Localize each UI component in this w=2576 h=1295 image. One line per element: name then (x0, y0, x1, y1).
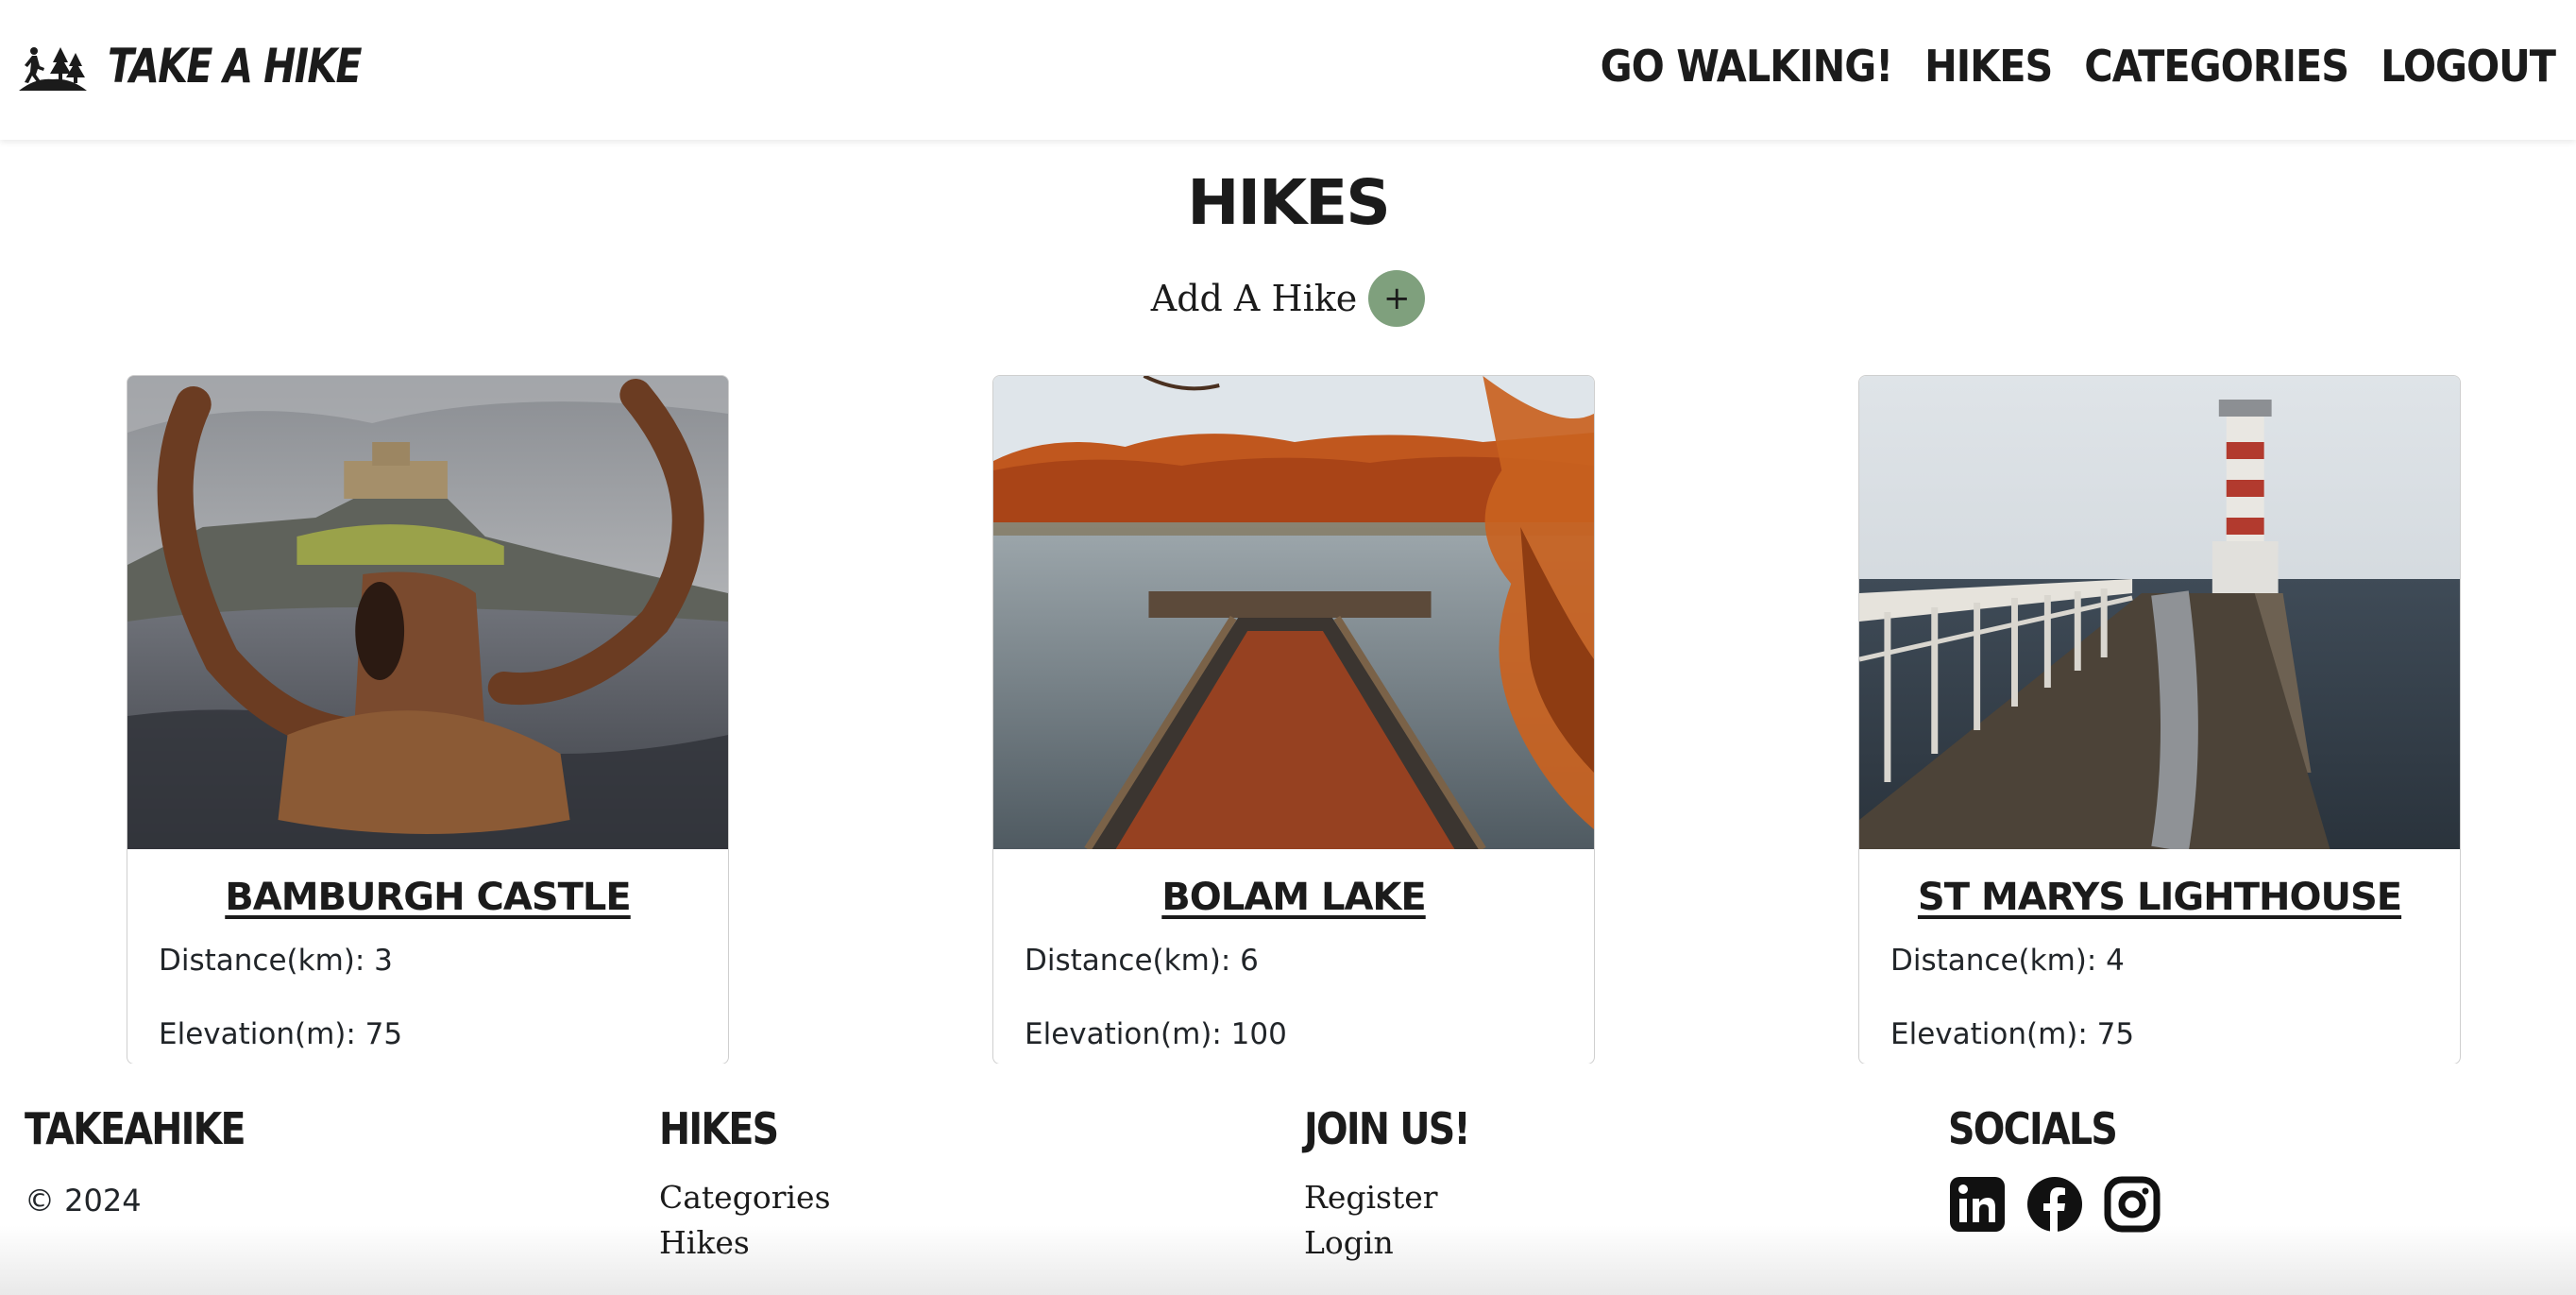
hike-elevation: Elevation(m): 100 (1025, 1017, 1287, 1051)
hike-distance: Distance(km): 3 (159, 944, 393, 978)
instagram-icon[interactable] (2103, 1175, 2161, 1234)
footer-hikes-links: Categories Hikes (659, 1175, 831, 1266)
footer-join-links: Register Login (1304, 1175, 1496, 1266)
nav-hikes[interactable]: HIKES (1924, 41, 2053, 92)
nav-logout[interactable]: LOGOUT (2381, 41, 2556, 92)
hikers-trees-icon (19, 47, 87, 91)
hike-card: BOLAM LAKE Distance(km): 6 Elevation(m):… (992, 375, 1595, 1065)
add-hike-button[interactable]: + (1368, 270, 1426, 327)
footer-link-hikes[interactable]: Hikes (659, 1220, 831, 1266)
hike-title-link[interactable]: BAMBURGH CASTLE (127, 876, 728, 919)
footer-join-column: JOIN US! Register Login (1304, 1103, 1496, 1266)
hike-elevation: Elevation(m): 75 (159, 1017, 403, 1051)
hike-elevation: Elevation(m): 75 (1890, 1017, 2135, 1051)
add-hike: Add A Hike + (0, 270, 2576, 327)
hike-card: ST MARYS LIGHTHOUSE Distance(km): 4 Elev… (1858, 375, 2461, 1065)
footer-brand-heading: TAKEAHIKE (25, 1103, 246, 1154)
hike-distance: Distance(km): 4 (1890, 944, 2125, 978)
facebook-icon[interactable] (2025, 1175, 2084, 1234)
copyright: © 2024 (25, 1183, 142, 1218)
hike-distance: Distance(km): 6 (1025, 944, 1259, 978)
footer-hikes-heading: HIKES (659, 1103, 779, 1154)
page-title: HIKES (1187, 166, 1391, 239)
footer-link-categories[interactable]: Categories (659, 1175, 831, 1220)
hike-image-st-marys-lighthouse (1859, 376, 2460, 849)
hike-card: BAMBURGH CASTLE Distance(km): 3 Elevatio… (127, 375, 729, 1065)
footer-socials-heading: SOCIALS (1948, 1103, 2118, 1154)
footer-brand-column: TAKEAHIKE © 2024 (25, 1103, 280, 1218)
nav-categories[interactable]: CATEGORIES (2084, 41, 2349, 92)
nav-links: GO WALKING! HIKES CATEGORIES LOGOUT (1601, 0, 2556, 132)
footer-join-heading: JOIN US! (1304, 1103, 1471, 1154)
footer-socials-column: SOCIALS (1948, 1103, 2161, 1234)
hike-image-bolam-lake (993, 376, 1594, 849)
add-hike-label[interactable]: Add A Hike (1151, 278, 1358, 319)
brand-name: TAKE A HIKE (108, 39, 363, 94)
footer: TAKEAHIKE © 2024 HIKES Categories Hikes … (0, 1064, 2576, 1295)
nav-go-walking[interactable]: GO WALKING! (1601, 41, 1893, 92)
brand-link[interactable]: TAKE A HIKE (19, 0, 416, 132)
plus-icon: + (1383, 280, 1411, 317)
footer-link-register[interactable]: Register (1304, 1175, 1496, 1220)
hike-title-link[interactable]: ST MARYS LIGHTHOUSE (1859, 876, 2460, 919)
footer-hikes-column: HIKES Categories Hikes (659, 1103, 831, 1266)
linkedin-icon[interactable] (1948, 1175, 2007, 1234)
social-links (1948, 1175, 2161, 1234)
hike-image-bamburgh-castle (127, 376, 728, 849)
navbar: TAKE A HIKE GO WALKING! HIKES CATEGORIES… (0, 0, 2576, 140)
hike-title-link[interactable]: BOLAM LAKE (993, 876, 1594, 919)
footer-link-login[interactable]: Login (1304, 1220, 1496, 1266)
